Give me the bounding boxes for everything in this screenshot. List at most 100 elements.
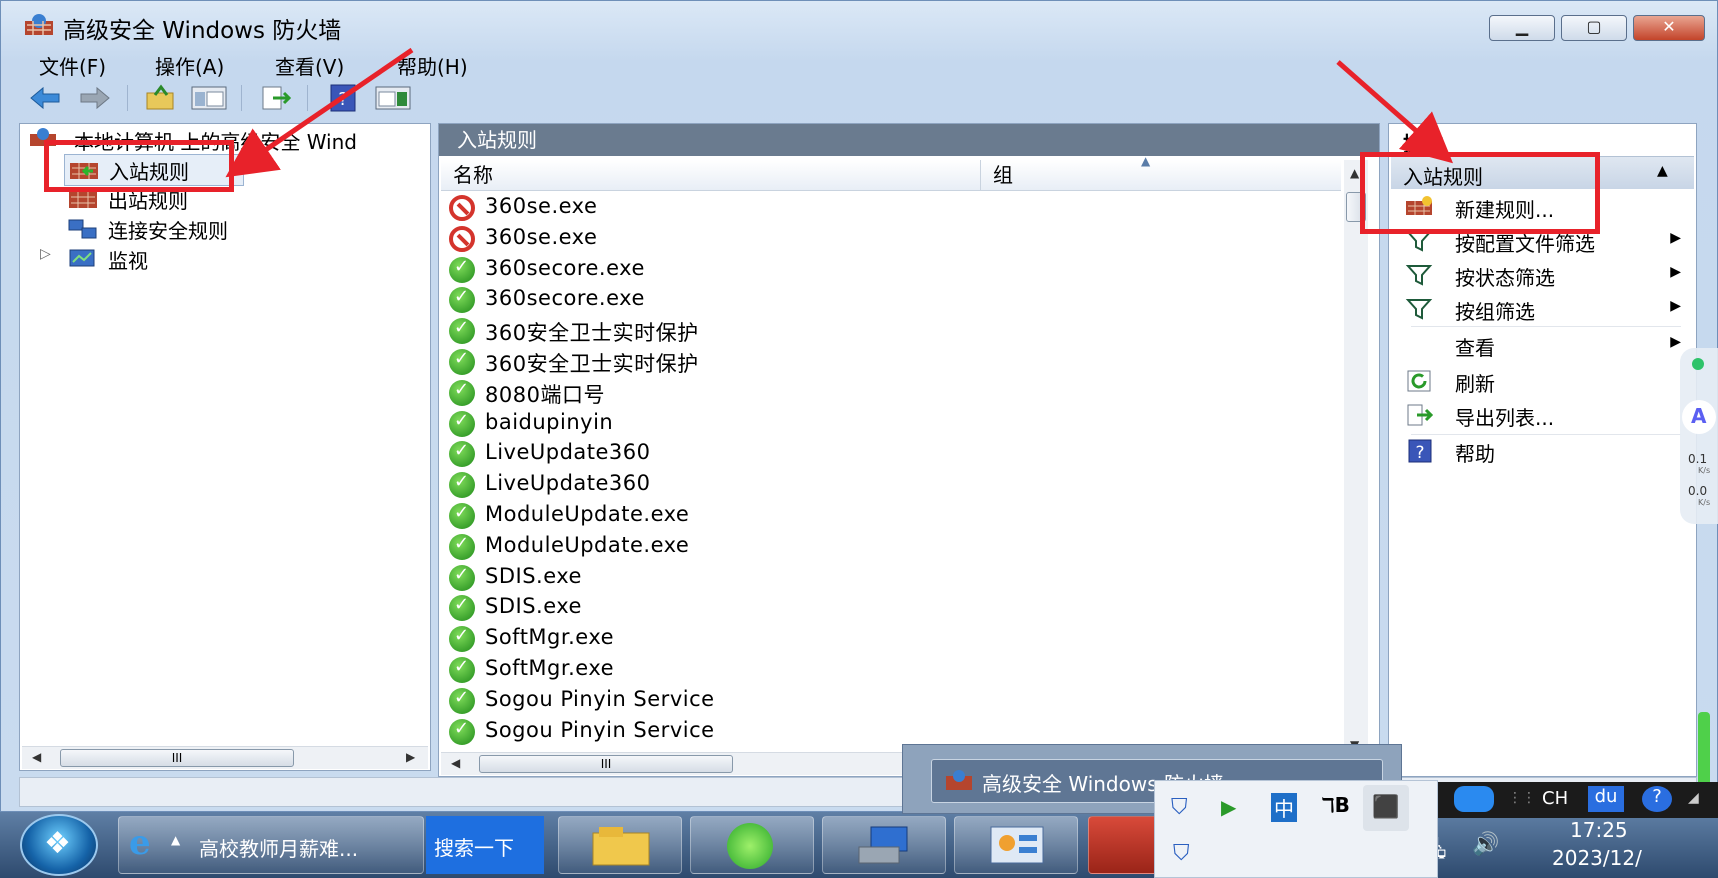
rule-name: 360安全卫士实时保护	[485, 321, 699, 346]
help-icon: ?	[1408, 439, 1432, 463]
actions-list: 新建规则... 按配置文件筛选 ▶ 按状态筛选 ▶ 按组筛选 ▶ 查看 ▶ 刷新…	[1389, 190, 1698, 510]
action-export-list[interactable]: 导出列表...	[1397, 398, 1689, 432]
rule-name: Sogou Pinyin Service	[485, 717, 715, 742]
dropdown-arrow-icon[interactable]: ▲	[171, 833, 180, 847]
rule-name: 360secore.exe	[485, 286, 645, 311]
filter-icon	[1405, 265, 1433, 286]
rules-list: 360se.exe 360se.exe 360secore.exe 360secore…	[439, 192, 1339, 752]
clock-date[interactable]: 2023/12/	[1552, 846, 1642, 870]
block-rule-icon	[449, 195, 475, 221]
taskbar: ❖ e ▲ 高校教师月薪难... 搜索一下 🖧 🔊 17:25 2023/12/	[0, 812, 1718, 878]
submenu-arrow-icon: ▶	[1670, 334, 1681, 350]
volume-icon[interactable]: 🔊	[1472, 832, 1499, 857]
ime-menu-arrow-icon[interactable]: ◢	[1688, 790, 1699, 806]
taskbar-360-browser[interactable]	[690, 816, 814, 874]
action-filter-by-group[interactable]: 按组筛选 ▶	[1397, 292, 1689, 326]
action-refresh[interactable]: 刷新	[1397, 364, 1689, 398]
folder-icon	[592, 827, 650, 866]
network-speed-widget[interactable]: A 0.1 K/s 0.0 K/s	[1680, 348, 1718, 524]
maximize-button[interactable]: ▢	[1561, 15, 1627, 41]
show-hide-tree-icon[interactable]	[189, 83, 229, 113]
allow-rule-icon	[449, 440, 475, 468]
rule-name: ModuleUpdate.exe	[485, 502, 690, 526]
allow-rule-icon	[449, 594, 475, 622]
level-indicator	[1698, 712, 1710, 792]
shield-icon[interactable]: ⛉	[1171, 795, 1188, 820]
title-bar[interactable]: 高级安全 Windows 防火墙 ▁ ▢ ✕	[1, 1, 1718, 47]
tray-overflow-popup: ⛉ ▶ 中 ℸB ⬛ ⛉	[1154, 780, 1438, 878]
back-arrow-icon[interactable]	[25, 83, 65, 113]
submenu-arrow-icon: ▶	[1670, 298, 1681, 314]
expand-arrow-icon[interactable]: ▷	[40, 246, 51, 262]
menu-file[interactable]: 文件(F)	[39, 51, 106, 80]
windows-logo-icon: ❖	[44, 826, 71, 861]
firewall-window: 高级安全 Windows 防火墙 ▁ ▢ ✕ 文件(F) 操作(A) 查看(V)…	[0, 0, 1718, 812]
up-folder-icon[interactable]	[141, 83, 181, 113]
baidu-ime-icon[interactable]	[1454, 786, 1494, 812]
allow-rule-icon	[449, 656, 475, 683]
rule-name: SoftMgr.exe	[485, 656, 615, 680]
rule-name: SDIS.exe	[485, 594, 582, 619]
rule-name: 360secore.exe	[485, 255, 645, 280]
filter-icon	[1405, 299, 1433, 320]
ime-chinese-icon[interactable]: 中	[1271, 793, 1297, 822]
rules-list-pane: 入站规则 名称 组 ▲ 360se.exe 360se.exe 360secore.…	[438, 123, 1380, 777]
ime-du[interactable]: du	[1588, 786, 1624, 812]
allow-rule-icon	[449, 502, 475, 529]
grip-icon[interactable]: ⋮⋮	[1508, 790, 1536, 806]
taskbar-remote-desktop[interactable]	[822, 816, 946, 874]
action-filter-by-state[interactable]: 按状态筛选 ▶	[1397, 258, 1689, 292]
column-name[interactable]: 名称	[441, 160, 981, 190]
rule-name: LiveUpdate360	[485, 440, 651, 465]
rule-name: SoftMgr.exe	[485, 625, 615, 650]
export-list-icon[interactable]	[257, 83, 297, 113]
tree-item-connection-security[interactable]: 连接安全规则	[64, 214, 314, 244]
taskbar-ie-window[interactable]: e ▲ 高校教师月薪难...	[118, 816, 424, 874]
minimize-button[interactable]: ▁	[1489, 15, 1555, 41]
ime-language[interactable]: CH	[1542, 788, 1568, 809]
export-list-icon	[1407, 404, 1433, 426]
show-hide-action-pane-icon[interactable]	[373, 83, 413, 113]
menu-bar: 文件(F) 操作(A) 查看(V) 帮助(H)	[1, 47, 1718, 79]
media-icon[interactable]: ▶	[1221, 795, 1236, 819]
rule-name: baidupinyin	[485, 409, 614, 434]
close-button[interactable]: ✕	[1633, 15, 1705, 41]
menu-view[interactable]: 查看(V)	[275, 51, 344, 80]
bookmark-icon[interactable]: ⬛	[1363, 785, 1409, 831]
tb-icon[interactable]: ℸB	[1321, 793, 1350, 817]
network-computer-icon	[858, 826, 908, 864]
taskbar-explorer[interactable]	[558, 816, 682, 874]
menu-help[interactable]: 帮助(H)	[397, 51, 468, 80]
forward-arrow-icon[interactable]	[75, 83, 115, 113]
security-check-icon[interactable]: ⛉	[1173, 841, 1190, 866]
action-help[interactable]: ? 帮助	[1397, 434, 1689, 468]
connection-security-icon	[68, 219, 97, 239]
rules-vertical-scrollbar[interactable]: ▲ ▼	[1344, 160, 1368, 756]
ie-icon: e	[129, 823, 151, 863]
allow-rule-icon	[449, 379, 475, 406]
assistant-icon[interactable]: A	[1682, 400, 1716, 434]
svg-text:?: ?	[1415, 443, 1424, 463]
rule-name: 360se.exe	[485, 224, 598, 249]
collapse-icon[interactable]: ▲	[1657, 163, 1668, 179]
start-button[interactable]: ❖	[20, 814, 98, 876]
column-group[interactable]: 组	[981, 160, 1341, 190]
allow-rule-icon	[449, 348, 475, 375]
allow-rule-icon	[449, 625, 475, 653]
ime-bar: ⋮⋮ CH du ? ◢	[1438, 782, 1718, 818]
tree-horizontal-scrollbar[interactable]: ◀ III ▶	[22, 746, 428, 769]
refresh-icon	[1407, 370, 1431, 392]
clock-time[interactable]: 17:25	[1570, 818, 1628, 842]
menu-action[interactable]: 操作(A)	[155, 51, 224, 80]
ime-help-icon[interactable]: ?	[1642, 786, 1672, 812]
rule-name: 360安全卫士实时保护	[485, 352, 699, 376]
tree-item-monitoring[interactable]: 监视	[64, 244, 264, 274]
rule-name: 8080端口号	[485, 382, 605, 407]
help-icon[interactable]: ?	[323, 83, 363, 113]
search-button[interactable]: 搜索一下	[426, 816, 544, 874]
action-view[interactable]: 查看 ▶	[1397, 328, 1689, 362]
annotation-box-inbound	[44, 140, 234, 192]
taskbar-control-panel[interactable]	[954, 816, 1078, 874]
rule-name: 360se.exe	[485, 194, 598, 218]
ie-window-title: 高校教师月薪难...	[199, 837, 359, 861]
